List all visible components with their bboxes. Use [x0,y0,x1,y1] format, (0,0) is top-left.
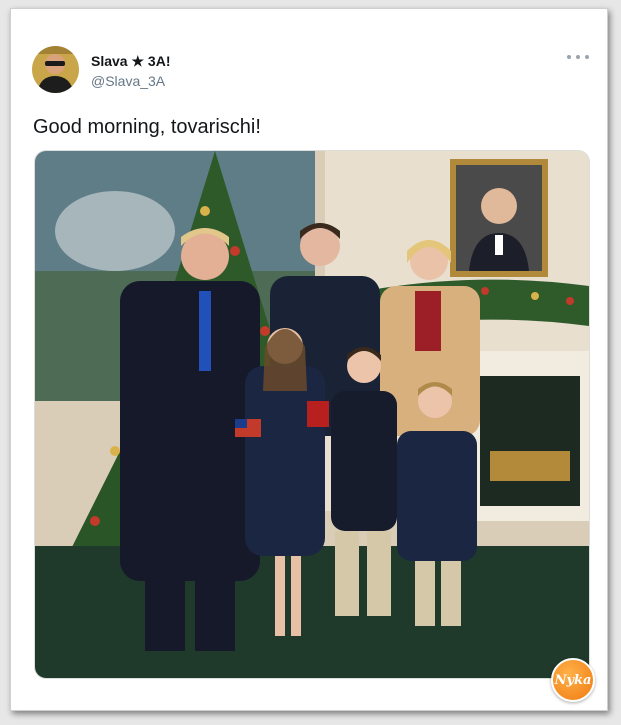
tweet-text: Good morning, tovarischi! [33,116,261,138]
user-handle[interactable]: @Slava_3A [91,73,165,89]
avatar[interactable] [32,46,79,93]
watermark-text: Nyka [554,672,592,688]
more-options-icon[interactable] [567,50,589,64]
display-name[interactable]: Slava ★ 3A! [91,53,170,70]
tweet-photo[interactable] [34,150,590,679]
tweet-card: Slava ★ 3A! @Slava_3A Good morning, tova… [10,8,608,711]
watermark-logo: Nyka [551,658,595,702]
